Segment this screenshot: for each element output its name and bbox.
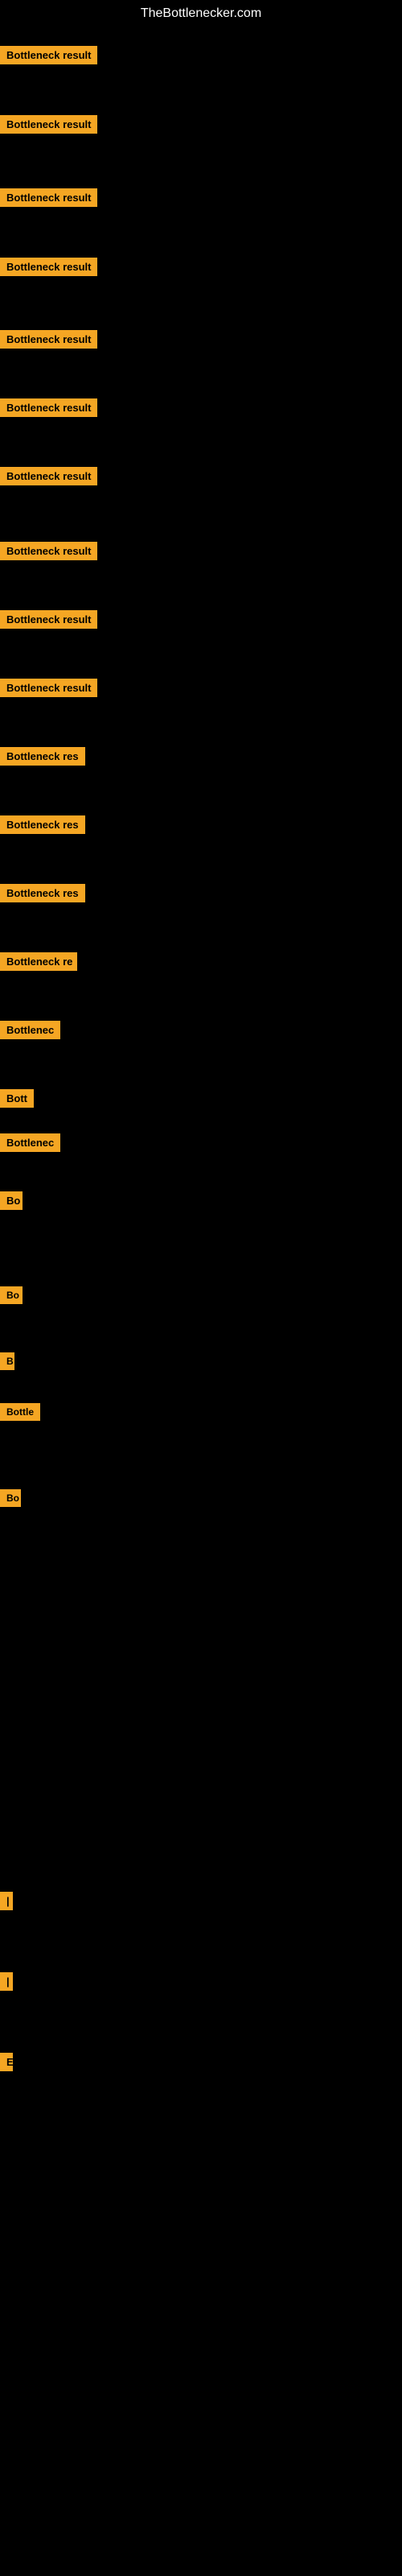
bottleneck-badge: B: [0, 1352, 14, 1370]
bottleneck-badge: Bottlenec: [0, 1021, 60, 1039]
bottleneck-badge: |: [0, 1892, 13, 1910]
bottleneck-badge: Bottleneck result: [0, 330, 97, 349]
site-title: TheBottlenecker.com: [0, 0, 402, 27]
bottleneck-badge: Bottleneck result: [0, 542, 97, 560]
bottleneck-badge: Bottleneck re: [0, 952, 77, 971]
bottleneck-badge: Bottleneck result: [0, 679, 97, 697]
bottleneck-badge: Bottleneck res: [0, 747, 85, 766]
bottleneck-badge: Bottlenec: [0, 1133, 60, 1152]
bottleneck-badge: Bottleneck result: [0, 610, 97, 629]
bottleneck-badge: Bottleneck result: [0, 46, 97, 64]
bottleneck-badge: |: [0, 1972, 13, 1991]
bottleneck-badge: Bottleneck result: [0, 467, 97, 485]
bottleneck-badge: Bo: [0, 1489, 21, 1507]
bottleneck-badge: Bottle: [0, 1403, 40, 1421]
bottleneck-badge: Bo: [0, 1286, 23, 1304]
bottleneck-badge: E: [0, 2053, 13, 2071]
bottleneck-badge: Bottleneck result: [0, 398, 97, 417]
bottleneck-badge: Bottleneck res: [0, 884, 85, 902]
bottleneck-badge: Bottleneck result: [0, 258, 97, 276]
bottleneck-badge: Bott: [0, 1089, 34, 1108]
bottleneck-badge: Bo: [0, 1191, 23, 1210]
bottleneck-badge: Bottleneck result: [0, 115, 97, 134]
bottleneck-badge: Bottleneck res: [0, 815, 85, 834]
bottleneck-badge: Bottleneck result: [0, 188, 97, 207]
